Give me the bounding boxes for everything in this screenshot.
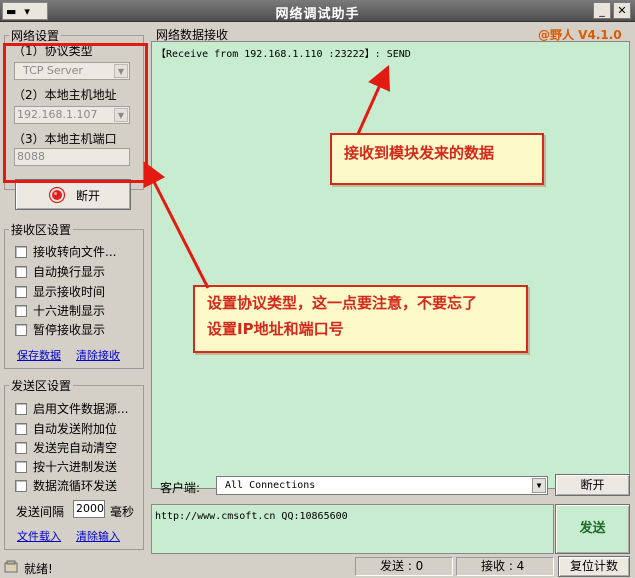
reset-count-button[interactable]: 复位计数 xyxy=(558,556,630,577)
status-bar: 就绪! 发送 : 0 接收 : 4 复位计数 xyxy=(0,555,635,578)
auto-wrap-checkbox[interactable]: 自动换行显示 xyxy=(15,263,105,280)
connection-status-icon xyxy=(48,186,66,204)
status-icon xyxy=(4,560,18,573)
receive-line: 【Receive from 192.168.1.110 :23222】: SEN… xyxy=(156,49,411,60)
client-disconnect-button[interactable]: 断开 xyxy=(555,474,630,496)
disconnect-button[interactable]: 断开 xyxy=(15,179,131,210)
receive-to-file-checkbox[interactable]: 接收转向文件... xyxy=(15,243,116,260)
client-select[interactable]: All Connections ▼ xyxy=(216,476,548,495)
window-title: 网络调试助手 xyxy=(275,7,360,22)
client-label: 客户端: xyxy=(160,481,201,495)
auto-clear-checkbox[interactable]: 发送完自动清空 xyxy=(15,439,117,456)
disconnect-button-label: 断开 xyxy=(76,189,101,203)
checkbox-label: 接收转向文件... xyxy=(33,245,117,259)
hex-display-checkbox[interactable]: 十六进制显示 xyxy=(15,302,105,319)
checkbox-label: 自动换行显示 xyxy=(33,265,106,279)
sent-counter-text: 发送 : 0 xyxy=(380,559,424,573)
client-value: All Connections xyxy=(225,480,316,491)
checkbox-label: 自动发送附加位 xyxy=(33,422,118,436)
checkbox-box[interactable] xyxy=(15,323,27,336)
receive-textarea[interactable]: 【Receive from 192.168.1.110 :23222】: SEN… xyxy=(151,41,630,489)
loop-send-checkbox[interactable]: 数据流循环发送 xyxy=(15,477,117,494)
send-content: http://www.cmsoft.cn QQ:10865600 xyxy=(155,511,348,522)
checkbox-label: 发送完自动清空 xyxy=(33,441,118,455)
append-bit-checkbox[interactable]: 自动发送附加位 xyxy=(15,420,117,437)
checkbox-label: 十六进制显示 xyxy=(33,304,106,318)
send-interval-unit: 毫秒 xyxy=(110,505,135,519)
checkbox-box[interactable] xyxy=(15,245,27,258)
clear-input-link[interactable]: 清除输入 xyxy=(76,528,120,544)
receive-data-callout-text: 接收到模块发来的数据 xyxy=(344,144,495,162)
pause-display-checkbox[interactable]: 暂停接收显示 xyxy=(15,321,105,338)
checkbox-box[interactable] xyxy=(15,402,27,415)
checkbox-label: 暂停接收显示 xyxy=(33,323,106,337)
received-counter: 接收 : 4 xyxy=(456,557,554,576)
settings-highlight-box xyxy=(3,43,148,183)
checkbox-box[interactable] xyxy=(15,265,27,278)
checkbox-box[interactable] xyxy=(15,422,27,435)
checkbox-label: 显示接收时间 xyxy=(33,285,106,299)
save-data-link[interactable]: 保存数据 xyxy=(17,347,61,363)
send-interval-input[interactable]: 2000 xyxy=(73,500,105,518)
checkbox-box[interactable] xyxy=(15,460,27,473)
send-settings-title: 发送区设置 xyxy=(9,377,74,394)
chevron-down-icon[interactable]: ▼ xyxy=(532,478,546,493)
settings-callout: 设置协议类型，这一点要注意，不要忘了 设置IP地址和端口号 xyxy=(193,285,528,353)
send-textarea[interactable]: http://www.cmsoft.cn QQ:10865600 xyxy=(151,504,554,554)
title-bar: ▬ ▾ 网络调试助手 _ ✕ xyxy=(0,0,635,22)
file-source-checkbox[interactable]: 启用文件数据源... xyxy=(15,400,128,417)
hex-send-checkbox[interactable]: 按十六进制发送 xyxy=(15,458,117,475)
show-receive-time-checkbox[interactable]: 显示接收时间 xyxy=(15,283,105,300)
checkbox-box[interactable] xyxy=(15,441,27,454)
checkbox-box[interactable] xyxy=(15,285,27,298)
received-counter-text: 接收 : 4 xyxy=(481,559,525,573)
clear-receive-link[interactable]: 清除接收 xyxy=(76,347,120,363)
sent-counter: 发送 : 0 xyxy=(355,557,453,576)
settings-callout-line-2: 设置IP地址和端口号 xyxy=(207,320,344,338)
send-button[interactable]: 发送 xyxy=(555,504,630,554)
send-interval-label: 发送间隔 xyxy=(16,505,65,519)
minimize-button[interactable]: _ xyxy=(593,2,611,19)
receive-data-callout: 接收到模块发来的数据 xyxy=(330,133,544,185)
file-load-link[interactable]: 文件载入 xyxy=(17,528,61,544)
checkbox-label: 按十六进制发送 xyxy=(33,460,118,474)
status-ready-text: 就绪! xyxy=(24,562,53,576)
settings-callout-line-1: 设置协议类型，这一点要注意，不要忘了 xyxy=(207,294,478,312)
checkbox-box[interactable] xyxy=(15,304,27,317)
receive-settings-title: 接收区设置 xyxy=(9,221,74,238)
close-button[interactable]: ✕ xyxy=(613,2,631,19)
checkbox-label: 数据流循环发送 xyxy=(33,479,118,493)
checkbox-label: 启用文件数据源... xyxy=(33,402,129,416)
checkbox-box[interactable] xyxy=(15,479,27,492)
